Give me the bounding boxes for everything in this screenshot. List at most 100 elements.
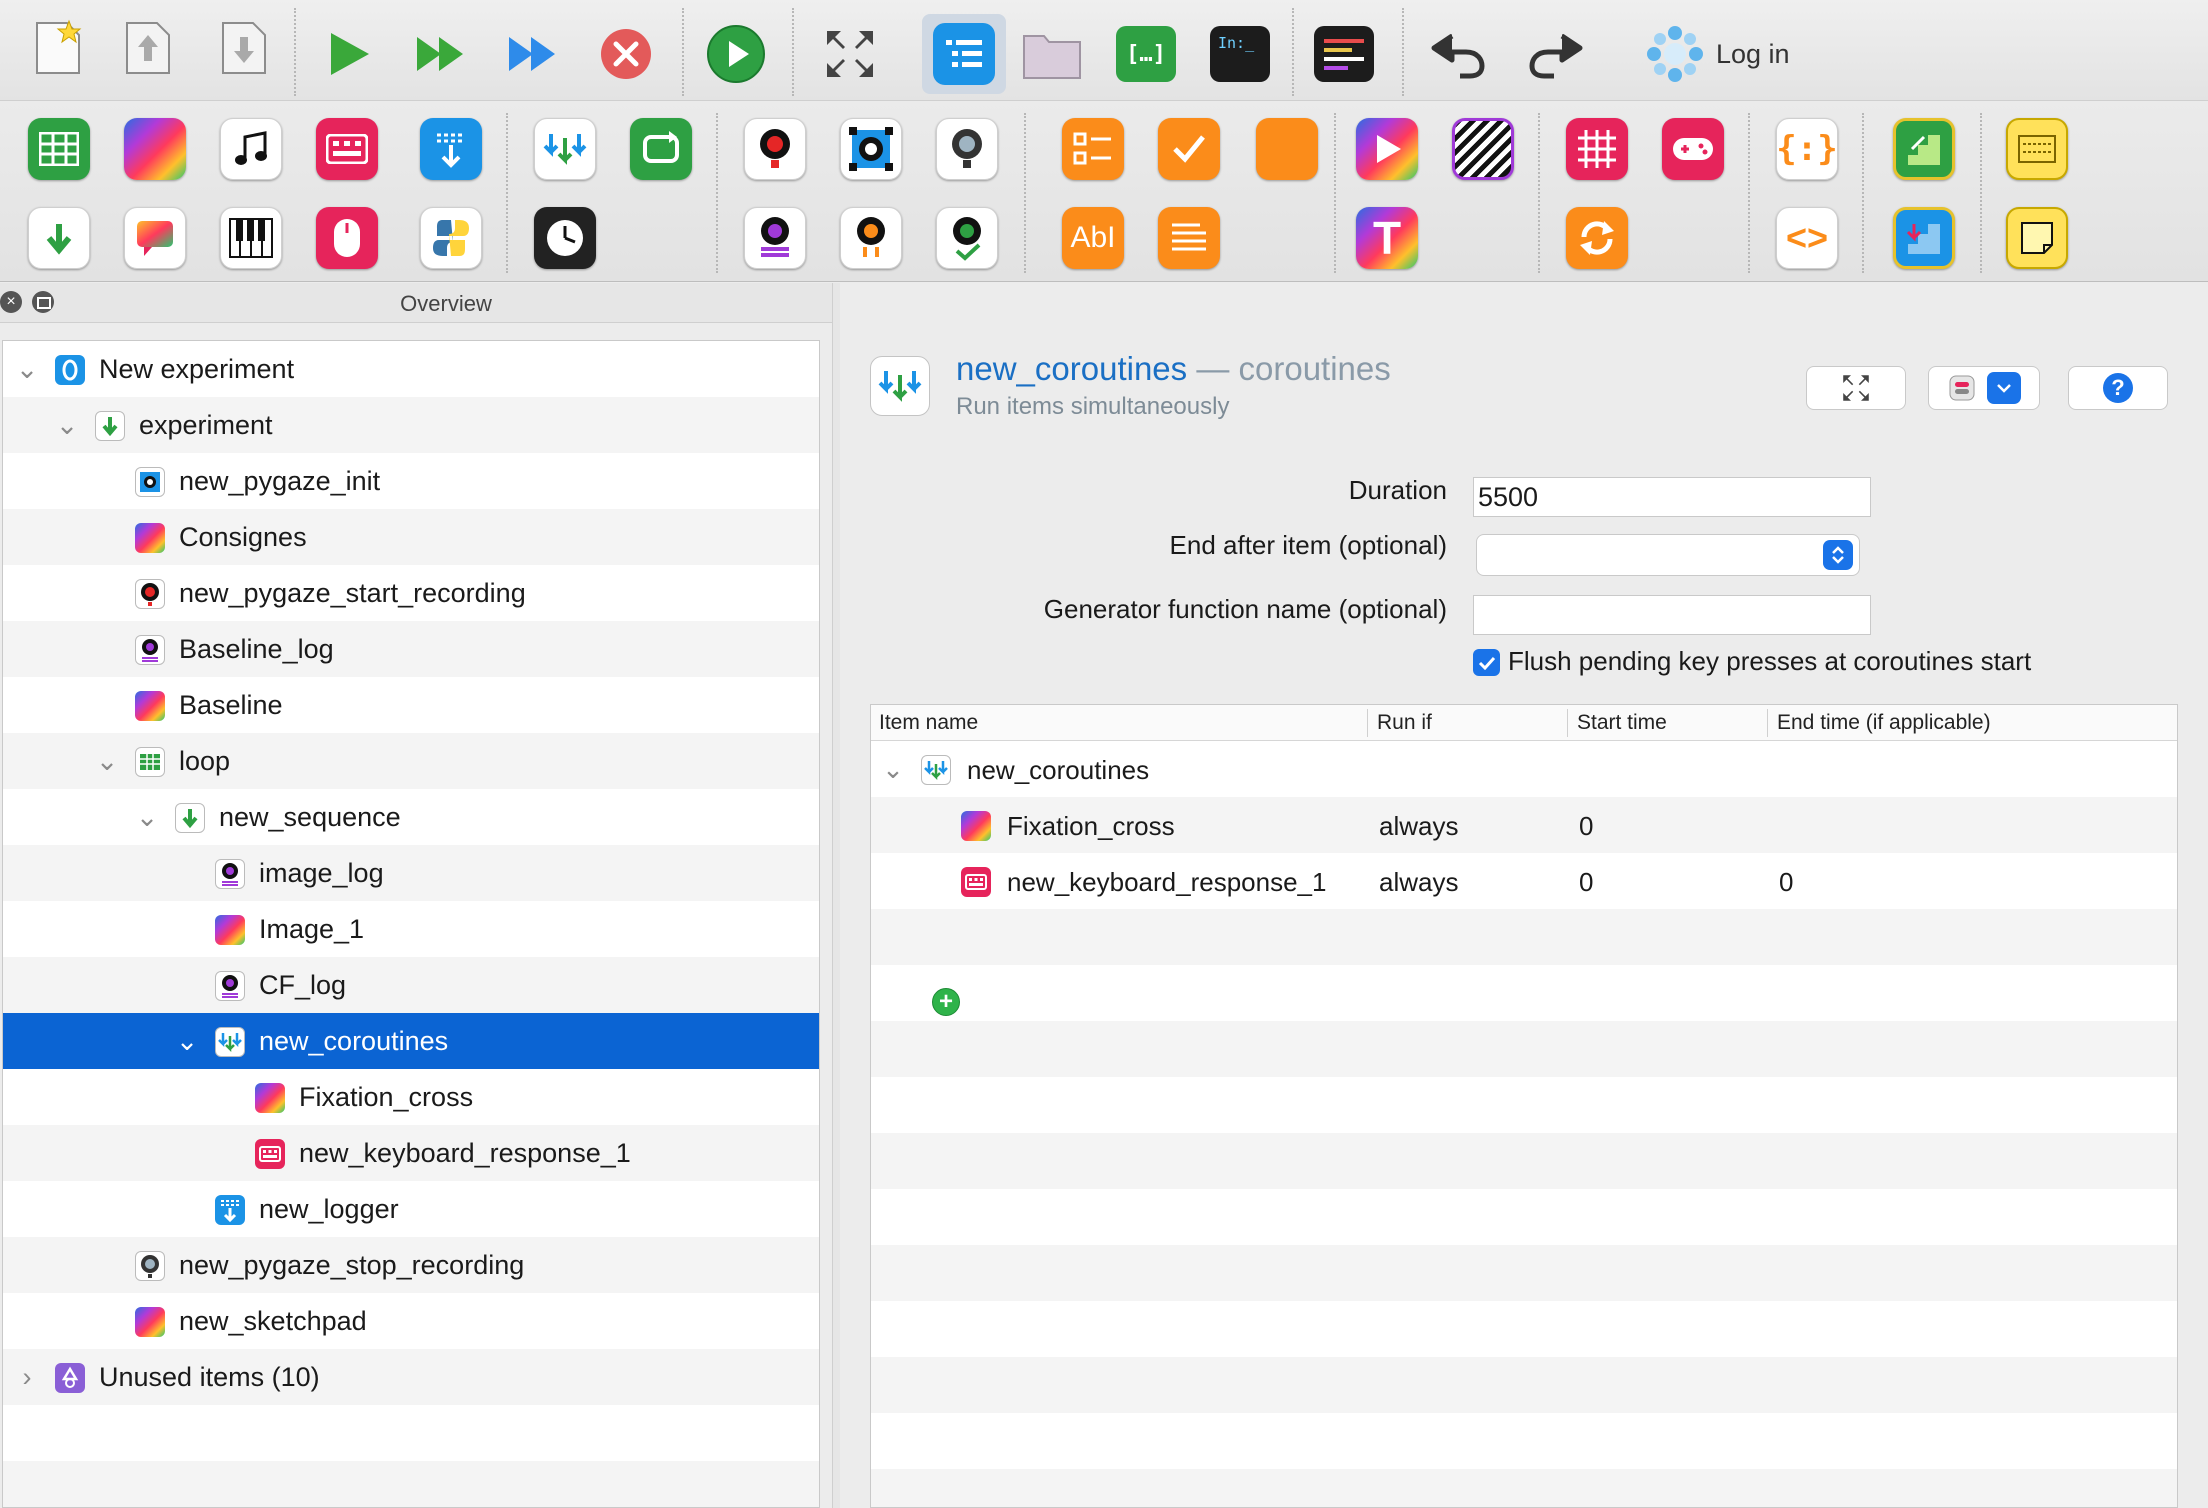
chevron-down-icon[interactable]: ⌄ [95, 746, 119, 776]
login-button[interactable]: Log in [1646, 26, 1790, 82]
form-multiple-choice-icon[interactable] [1062, 118, 1124, 180]
color-scheme-button[interactable] [1314, 24, 1374, 84]
chevron-down-icon[interactable]: ⌄ [135, 802, 159, 832]
open-button[interactable] [214, 18, 274, 78]
repeat-cycle-icon[interactable] [630, 118, 692, 180]
coroutines-icon[interactable] [534, 118, 596, 180]
overview-toggle-button[interactable] [922, 14, 1006, 94]
sticky-note-icon[interactable] [2006, 207, 2068, 269]
debug-window-button[interactable]: […] [1116, 24, 1176, 84]
joystick-icon[interactable] [1662, 118, 1724, 180]
item-name[interactable]: new_coroutines [956, 350, 1187, 387]
table-row[interactable]: Fixation_cross always 0 [871, 797, 2177, 853]
table-row-root[interactable]: ⌄ new_coroutines [871, 741, 2177, 797]
cell-start-time[interactable]: 0 [1579, 811, 1593, 842]
text-display-icon[interactable]: T [1356, 207, 1418, 269]
keyboard-response-icon[interactable] [316, 118, 378, 180]
pygaze-wait-icon[interactable] [936, 207, 998, 269]
tree-item-new-sketchpad[interactable]: new_sketchpad [3, 1293, 819, 1349]
tree-item-fixation-cross[interactable]: Fixation_cross [3, 1069, 819, 1125]
save-button[interactable] [118, 18, 178, 78]
duration-field[interactable]: 5500 [1473, 477, 1871, 517]
tree-item-new-pygaze-start-recording[interactable]: new_pygaze_start_recording [3, 565, 819, 621]
tree-item-new-logger[interactable]: new_logger [3, 1181, 819, 1237]
cell-item-name[interactable]: new_keyboard_response_1 [1007, 867, 1326, 898]
cell-end-time[interactable]: 0 [1779, 867, 1793, 898]
tree-item-baseline[interactable]: Baseline [3, 677, 819, 733]
run-jupyter-button[interactable] [706, 24, 766, 84]
flush-checkbox[interactable] [1473, 649, 1500, 676]
maximize-button[interactable] [1806, 366, 1906, 410]
tree-item-unused-items[interactable]: › Unused items (10) [3, 1349, 819, 1405]
chevron-right-icon[interactable]: › [15, 1362, 39, 1392]
quick-run-button[interactable] [410, 24, 470, 84]
pygaze-log-icon[interactable] [744, 207, 806, 269]
table-row[interactable]: new_keyboard_response_1 always 0 0 [871, 853, 2177, 909]
overview-tree[interactable]: ⌄ New experiment ⌄ experiment new_pygaze… [2, 340, 820, 1508]
flush-label[interactable]: Flush pending key presses at coroutines … [1508, 646, 2031, 677]
tree-item-image-log[interactable]: image_log [3, 845, 819, 901]
tree-item-loop[interactable]: ⌄ loop [3, 733, 819, 789]
touch-response-icon[interactable] [1566, 118, 1628, 180]
mouse-response-icon[interactable] [316, 207, 378, 269]
coroutines-table[interactable]: Item name Run if Start time End time (if… [870, 704, 2178, 1508]
view-options-button[interactable] [1928, 366, 2040, 410]
tree-item-new-keyboard-response-1[interactable]: new_keyboard_response_1 [3, 1125, 819, 1181]
chevron-down-icon[interactable]: ⌄ [55, 410, 79, 440]
form-consent-icon[interactable] [1158, 118, 1220, 180]
tree-item-new-pygaze-init[interactable]: new_pygaze_init [3, 453, 819, 509]
run-button[interactable] [318, 24, 378, 84]
sampler-icon[interactable] [220, 118, 282, 180]
repeat-cycle-alt-icon[interactable] [1566, 207, 1628, 269]
fullscreen-button[interactable] [820, 24, 880, 84]
cell-item-name[interactable]: Fixation_cross [1007, 811, 1175, 842]
chevron-down-icon[interactable]: ⌄ [175, 1026, 199, 1056]
file-pool-button[interactable] [1022, 24, 1082, 84]
feedback-icon[interactable] [124, 207, 186, 269]
sketchpad-icon[interactable] [124, 118, 186, 180]
generator-field[interactable] [1473, 595, 1871, 635]
tree-item-image-1[interactable]: Image_1 [3, 901, 819, 957]
logger-icon[interactable] [420, 118, 482, 180]
notepad-icon[interactable] [2006, 118, 2068, 180]
cell-run-if[interactable]: always [1379, 811, 1458, 842]
column-header-run-if[interactable]: Run if [1377, 711, 1432, 735]
pygaze-drift-correct-icon[interactable] [840, 207, 902, 269]
column-header-item-name[interactable]: Item name [879, 711, 978, 735]
form-text-display-icon[interactable] [1158, 207, 1220, 269]
form-base-icon[interactable] [1256, 118, 1318, 180]
column-header-start-time[interactable]: Start time [1577, 711, 1667, 735]
column-header-end-time[interactable]: End time (if applicable) [1777, 711, 1991, 735]
kill-button[interactable] [596, 24, 656, 84]
pane-splitter[interactable] [832, 283, 840, 1508]
tree-item-experiment[interactable]: ⌄ experiment [3, 397, 819, 453]
help-button[interactable]: ? [2068, 366, 2168, 410]
inline-javascript-icon[interactable]: {:} [1776, 118, 1838, 180]
parallel-port-icon[interactable] [1893, 207, 1955, 269]
pygaze-start-recording-icon[interactable] [744, 118, 806, 180]
form-text-input-icon[interactable]: AbI [1062, 207, 1124, 269]
reset-feedback-icon[interactable] [1893, 118, 1955, 180]
advanced-clock-icon[interactable] [534, 207, 596, 269]
chevron-down-icon[interactable]: ⌄ [15, 354, 39, 384]
pygaze-init-icon[interactable] [840, 118, 902, 180]
tree-item-consignes[interactable]: Consignes [3, 509, 819, 565]
synth-icon[interactable] [220, 207, 282, 269]
tree-item-new-pygaze-stop-recording[interactable]: new_pygaze_stop_recording [3, 1237, 819, 1293]
tree-item-new-coroutines[interactable]: ⌄ new_coroutines [3, 1013, 819, 1069]
item-title[interactable]: new_coroutines — coroutines [956, 350, 1391, 388]
media-player-icon[interactable] [1356, 118, 1418, 180]
pygaze-stop-recording-icon[interactable] [936, 118, 998, 180]
advanced-delay-icon[interactable] [1452, 118, 1514, 180]
inline-script-icon[interactable] [420, 207, 482, 269]
loop-icon[interactable] [28, 118, 90, 180]
sequence-icon[interactable] [28, 207, 90, 269]
redo-button[interactable] [1524, 24, 1584, 84]
item-description[interactable]: Run items simultaneously [956, 393, 1229, 421]
console-button[interactable]: In:_ [1210, 24, 1270, 84]
new-experiment-button[interactable] [28, 18, 88, 78]
undo-button[interactable] [1430, 24, 1490, 84]
tree-item-new-experiment[interactable]: ⌄ New experiment [3, 341, 819, 397]
add-item-button[interactable]: + [932, 988, 960, 1016]
chevron-down-icon[interactable]: ⌄ [881, 754, 905, 784]
